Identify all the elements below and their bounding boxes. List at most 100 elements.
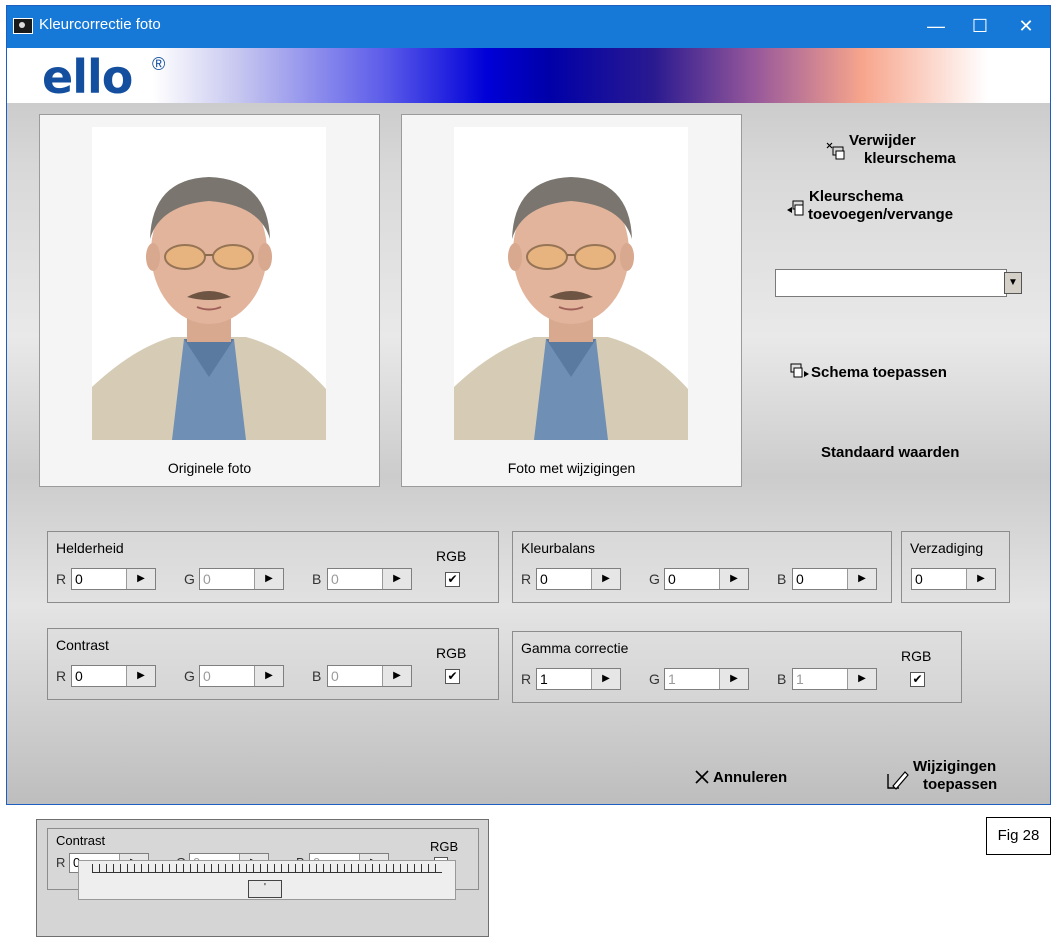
slider-baseline	[92, 872, 442, 873]
gamma-group: Gamma correctie R 1 ▶ G 1 ▶ B 1 ▶ RGB ✔	[512, 631, 962, 703]
spin-arrow-icon[interactable]: ▶	[382, 569, 411, 589]
contrast-group: Contrast R 0 ▶ G 0 ▶ B 0 ▶ RGB ✔	[47, 628, 499, 700]
contrast-b-value[interactable]: 0	[331, 668, 339, 684]
brightness-g-label: G	[184, 571, 195, 587]
pen-icon	[887, 771, 909, 790]
gamma-r-value[interactable]: 1	[540, 671, 548, 687]
title-bar: Kleurcorrectie foto — ☐ ✕	[7, 6, 1050, 48]
brightness-r-spinner[interactable]: 0 ▶	[71, 568, 156, 590]
balance-g-label: G	[649, 571, 660, 587]
brightness-g-value[interactable]: 0	[203, 571, 211, 587]
spin-arrow-icon[interactable]: ▶	[719, 669, 748, 689]
contrast-g-spinner[interactable]: 0 ▶	[199, 665, 284, 687]
brightness-b-value[interactable]: 0	[331, 571, 339, 587]
delete-scheme-label-2: kleurschema	[864, 150, 956, 167]
gamma-rgb-label: RGB	[901, 648, 932, 664]
minimize-button[interactable]: —	[913, 12, 959, 40]
saturation-value[interactable]: 0	[915, 571, 923, 587]
balance-r-label: R	[521, 571, 532, 587]
balance-g-value[interactable]: 0	[668, 571, 676, 587]
brightness-r-value[interactable]: 0	[75, 571, 83, 587]
spin-arrow-icon[interactable]: ▶	[382, 666, 411, 686]
original-photo-caption: Originele foto	[167, 460, 252, 476]
gamma-r-spinner[interactable]: 1 ▶	[536, 668, 621, 690]
spin-arrow-icon[interactable]: ▶	[966, 569, 995, 589]
color-balance-label: Kleurbalans	[521, 540, 595, 556]
brightness-rgb-label: RGB	[436, 548, 467, 564]
original-photo-panel: Originele foto	[39, 114, 380, 487]
brightness-label: Helderheid	[56, 540, 124, 556]
inset-contrast-label: Contrast	[56, 833, 106, 848]
modified-photo-caption: Foto met wijzigingen	[507, 460, 636, 476]
default-values-button[interactable]: Standaard waarden	[821, 444, 959, 461]
maximize-button[interactable]: ☐	[957, 12, 1003, 40]
saturation-label: Verzadiging	[910, 540, 984, 556]
apply-scheme-icon	[790, 363, 809, 378]
apply-changes-label-2: toepassen	[923, 776, 998, 793]
add-scheme-label-2: toevoegen/vervange	[808, 206, 954, 223]
add-replace-scheme-button[interactable]: Kleurschema toevoegen/vervange	[785, 188, 1015, 232]
brightness-g-spinner[interactable]: 0 ▶	[199, 568, 284, 590]
delete-scheme-icon	[826, 142, 845, 160]
delete-scheme-label-1: Verwijder	[849, 132, 916, 149]
add-scheme-icon	[787, 200, 804, 216]
gamma-b-value[interactable]: 1	[796, 671, 804, 687]
spin-arrow-icon[interactable]: ▶	[847, 569, 876, 589]
delete-scheme-button[interactable]: Verwijder kleurschema	[825, 132, 1015, 176]
contrast-label: Contrast	[56, 637, 109, 653]
add-scheme-label-1: Kleurschema	[809, 188, 904, 205]
saturation-spinner[interactable]: 0 ▶	[911, 568, 996, 590]
apply-scheme-label: Schema toepassen	[811, 364, 947, 381]
spin-arrow-icon[interactable]: ▶	[591, 669, 620, 689]
balance-b-value[interactable]: 0	[796, 571, 804, 587]
inset-r-label: R	[56, 855, 66, 870]
apply-changes-label-1: Wijzigingen	[913, 758, 997, 775]
balance-r-spinner[interactable]: 0 ▶	[536, 568, 621, 590]
slider-thumb[interactable]: '	[248, 880, 282, 898]
gamma-g-spinner[interactable]: 1 ▶	[664, 668, 749, 690]
contrast-rgb-checkbox[interactable]: ✔	[445, 669, 460, 684]
balance-b-label: B	[777, 571, 787, 587]
camera-icon	[13, 18, 33, 34]
brightness-b-spinner[interactable]: 0 ▶	[327, 568, 412, 590]
brightness-rgb-checkbox[interactable]: ✔	[445, 572, 460, 587]
balance-g-spinner[interactable]: 0 ▶	[664, 568, 749, 590]
spin-arrow-icon[interactable]: ▶	[719, 569, 748, 589]
contrast-b-spinner[interactable]: 0 ▶	[327, 665, 412, 687]
ello-logo: ello	[42, 50, 133, 104]
contrast-g-label: G	[184, 668, 195, 684]
cancel-label: Annuleren	[713, 769, 788, 786]
gamma-b-label: B	[777, 671, 787, 687]
contrast-g-value[interactable]: 0	[203, 668, 211, 684]
gamma-b-spinner[interactable]: 1 ▶	[792, 668, 877, 690]
slider-ticks	[92, 864, 442, 872]
modified-photo-panel: Foto met wijzigingen	[401, 114, 742, 487]
spin-arrow-icon[interactable]: ▶	[591, 569, 620, 589]
spin-arrow-icon[interactable]: ▶	[254, 569, 283, 589]
apply-changes-button[interactable]: Wijzigingen toepassen	[885, 756, 1035, 800]
color-balance-group: Kleurbalans R 0 ▶ G 0 ▶ B 0 ▶	[512, 531, 892, 603]
dropdown-arrow-icon[interactable]: ▼	[1004, 272, 1022, 294]
apply-scheme-button[interactable]: Schema toepassen	[789, 362, 1019, 384]
brightness-group: Helderheid R 0 ▶ G 0 ▶ B 0 ▶ RGB ✔	[47, 531, 499, 603]
contrast-r-value[interactable]: 0	[75, 668, 83, 684]
gamma-g-value[interactable]: 1	[668, 671, 676, 687]
color-scheme-dropdown[interactable]	[775, 269, 1007, 297]
contrast-b-label: B	[312, 668, 322, 684]
close-button[interactable]: ✕	[1003, 12, 1049, 40]
brightness-r-label: R	[56, 571, 67, 587]
spin-arrow-icon[interactable]: ▶	[126, 569, 155, 589]
gamma-r-label: R	[521, 671, 532, 687]
contrast-r-spinner[interactable]: 0 ▶	[71, 665, 156, 687]
contrast-r-label: R	[56, 668, 67, 684]
spin-arrow-icon[interactable]: ▶	[126, 666, 155, 686]
color-correction-window: Kleurcorrectie foto — ☐ ✕ ello ® Origine…	[6, 5, 1051, 805]
spin-arrow-icon[interactable]: ▶	[847, 669, 876, 689]
cancel-button[interactable]: Annuleren	[693, 766, 823, 790]
balance-b-spinner[interactable]: 0 ▶	[792, 568, 877, 590]
balance-r-value[interactable]: 0	[540, 571, 548, 587]
contrast-rgb-label: RGB	[436, 645, 467, 661]
gamma-rgb-checkbox[interactable]: ✔	[910, 672, 925, 687]
original-photo	[92, 127, 326, 440]
spin-arrow-icon[interactable]: ▶	[254, 666, 283, 686]
